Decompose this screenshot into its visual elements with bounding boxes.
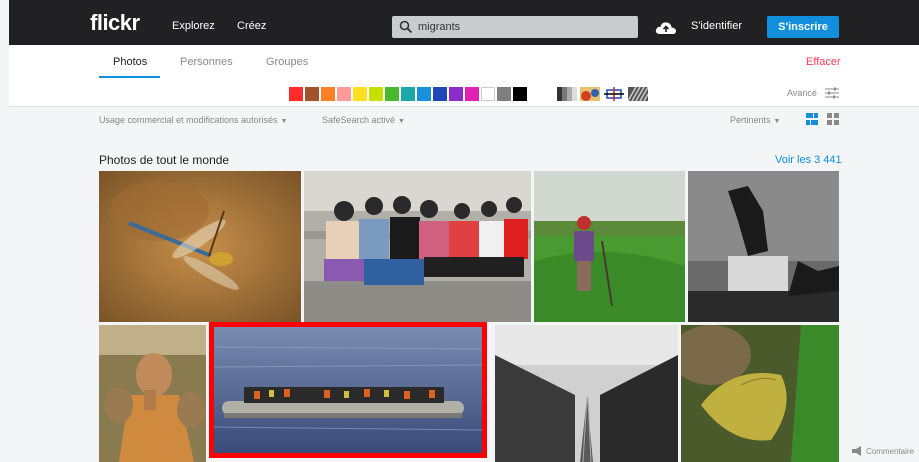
color-swatch[interactable] <box>449 87 463 101</box>
photo-train-tracks-bw[interactable] <box>495 325 678 462</box>
selected-photo-highlight <box>209 322 487 458</box>
color-swatch[interactable] <box>401 87 415 101</box>
see-all-link[interactable]: Voir les 3 441 <box>775 154 842 166</box>
tab-groupes[interactable]: Groupes <box>266 56 308 68</box>
signup-button[interactable]: S'inscrire <box>767 16 839 38</box>
sort-filter[interactable]: Pertinents ▼ <box>730 115 780 125</box>
photo-statue-bw[interactable] <box>688 171 839 322</box>
color-swatch[interactable] <box>385 87 399 101</box>
signin-link[interactable]: S'identifier <box>691 20 742 32</box>
megaphone-icon <box>852 446 861 456</box>
upload-cloud-icon[interactable] <box>654 18 678 36</box>
caret-down-icon: ▼ <box>398 118 405 125</box>
search-icon <box>399 20 413 34</box>
clear-filters-link[interactable]: Effacer <box>806 56 841 68</box>
color-swatch[interactable] <box>433 87 447 101</box>
justified-view-icon[interactable] <box>806 113 818 125</box>
separator <box>9 106 919 107</box>
feedback-link[interactable]: Commentaire <box>866 447 914 456</box>
color-swatch[interactable] <box>337 87 351 101</box>
active-tab-indicator <box>99 76 160 78</box>
photo-farmer-field[interactable] <box>534 171 685 322</box>
style-black-white[interactable] <box>557 87 577 101</box>
color-swatch[interactable] <box>289 87 303 101</box>
style-patterns[interactable] <box>627 86 649 102</box>
grid-view-icon[interactable] <box>827 113 839 125</box>
advanced-label[interactable]: Avancé <box>787 88 817 98</box>
color-swatch[interactable] <box>513 87 527 101</box>
color-swatch[interactable] <box>417 87 431 101</box>
license-filter[interactable]: Usage commercial et modifications autori… <box>99 115 288 125</box>
sort-filter-label: Pertinents <box>730 115 771 125</box>
filter-bar <box>9 82 919 106</box>
style-minimalist[interactable] <box>604 87 624 101</box>
flickr-logo[interactable]: flickr <box>90 10 140 36</box>
safesearch-filter[interactable]: SafeSearch activé ▼ <box>322 115 405 125</box>
color-swatch[interactable] <box>321 87 335 101</box>
color-swatch[interactable] <box>481 87 495 101</box>
photo-students-sitting[interactable] <box>304 171 531 322</box>
sliders-icon[interactable] <box>825 87 839 99</box>
safesearch-filter-label: SafeSearch activé <box>322 115 396 125</box>
color-swatch[interactable] <box>369 87 383 101</box>
style-shallow-depth[interactable] <box>580 87 600 101</box>
search-box[interactable] <box>392 16 638 38</box>
section-title: Photos de tout le monde <box>99 153 230 167</box>
tab-personnes[interactable]: Personnes <box>180 56 233 68</box>
nav-explorez[interactable]: Explorez <box>172 20 215 32</box>
license-filter-label: Usage commercial et modifications autori… <box>99 115 278 125</box>
tab-photos[interactable]: Photos <box>113 56 147 68</box>
caret-down-icon: ▼ <box>280 118 288 125</box>
photo-dragonfly[interactable] <box>99 171 301 322</box>
photo-butterfly[interactable] <box>681 325 839 462</box>
caret-down-icon: ▼ <box>773 118 781 125</box>
search-input[interactable] <box>418 19 628 35</box>
color-swatch[interactable] <box>497 87 511 101</box>
nav-creez[interactable]: Créez <box>237 20 266 32</box>
color-swatch[interactable] <box>305 87 319 101</box>
photo-migrant-mother[interactable] <box>99 325 206 462</box>
color-swatch[interactable] <box>465 87 479 101</box>
color-swatch[interactable] <box>353 87 367 101</box>
